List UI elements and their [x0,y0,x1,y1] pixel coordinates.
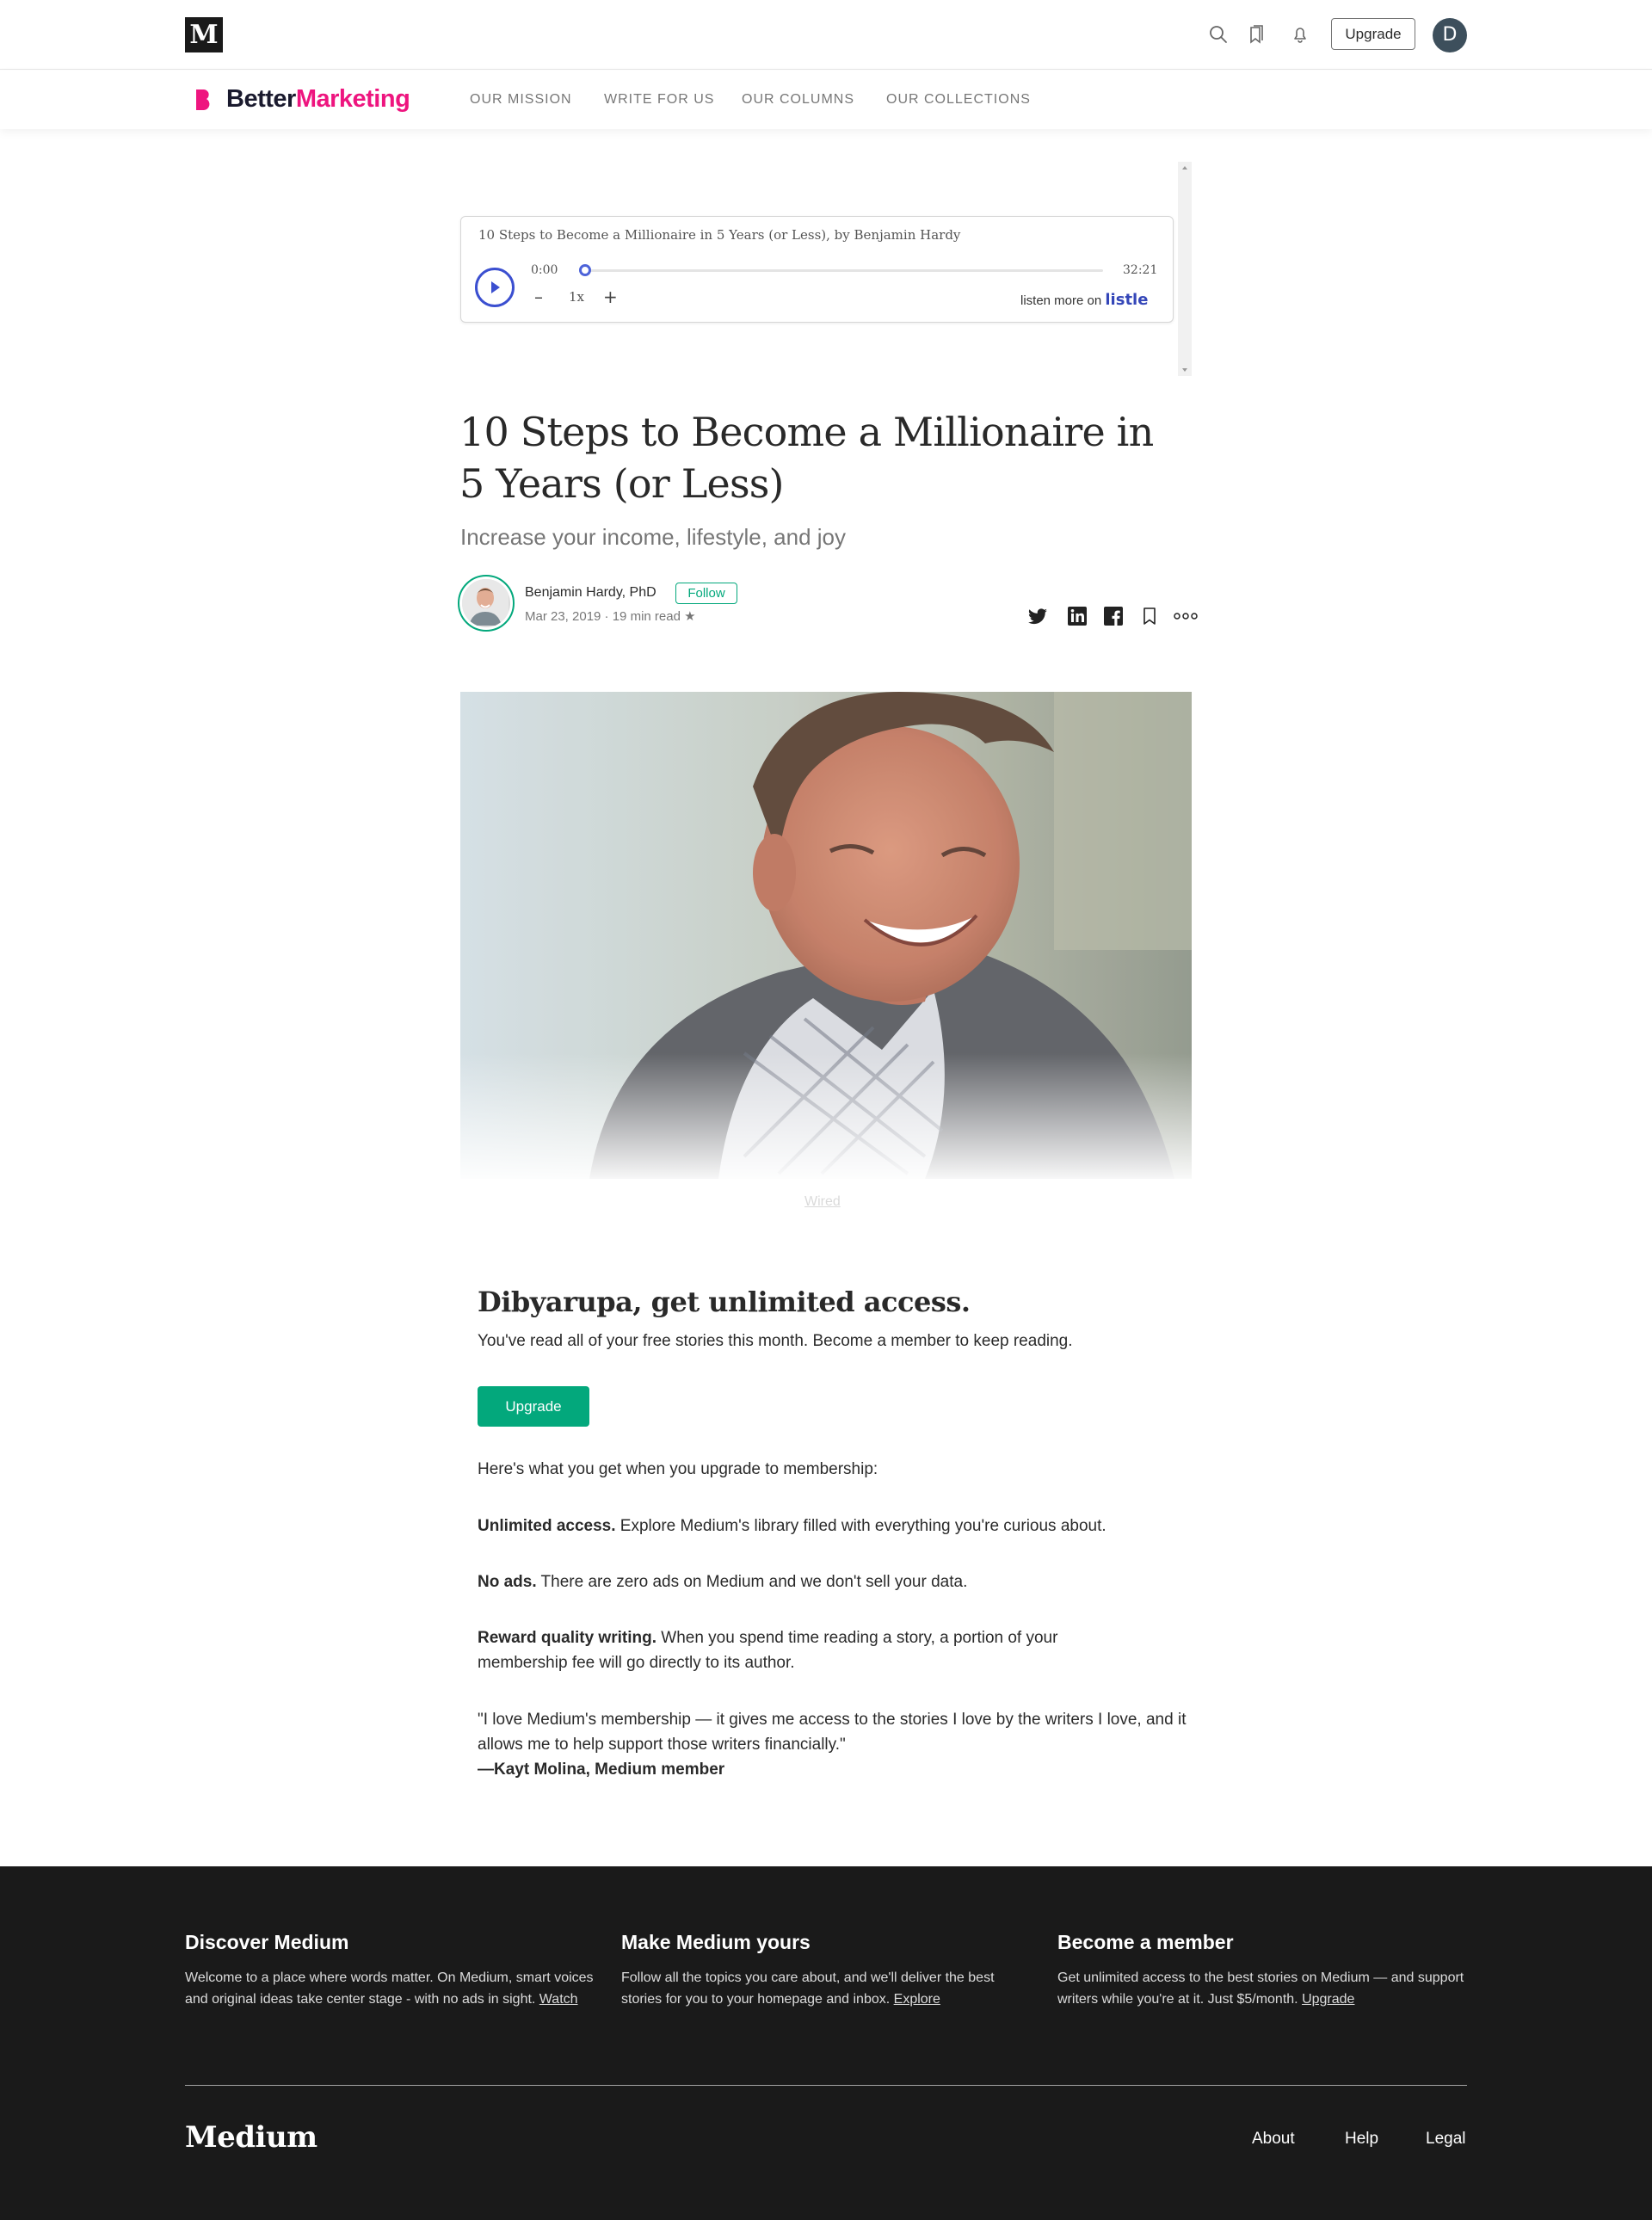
audio-time-total: 32:21 [1123,263,1158,277]
better-marketing-logo-icon[interactable] [194,89,212,111]
article-subtitle: Increase your income, lifestyle, and joy [460,524,846,550]
image-caption-link[interactable]: Wired [804,1194,841,1210]
footer-link-watch[interactable]: Watch [539,1992,578,2007]
footer-title-become-member: Become a member [1057,1931,1234,1953]
footer-text-make-yours: Follow all the topics you care about, an… [621,1967,1034,2010]
notifications-icon[interactable] [1289,23,1311,46]
benefit-no-ads: No ads. There are zero ads on Medium and… [478,1569,1192,1594]
playback-speed: 1x [569,289,585,305]
audio-progress-handle[interactable] [579,264,591,276]
linkedin-icon[interactable] [1065,604,1089,628]
footer [0,1866,1652,2220]
audio-embed-scrollbar[interactable] [1178,162,1192,376]
nav-our-collections[interactable]: OUR COLLECTIONS [886,92,1031,108]
footer-copy: Get unlimited access to the best stories… [1057,1970,1464,2007]
quote-text: "I love Medium's membership — it gives m… [478,1711,1187,1754]
footer-title-make-yours: Make Medium yours [621,1931,811,1953]
footer-text-become-member: Get unlimited access to the best stories… [1057,1967,1470,2010]
listen-more-text: listen more on [1020,293,1102,308]
footer-divider [185,2085,1467,2086]
nav-our-columns[interactable]: OUR COLUMNS [742,92,854,108]
bookmark-icon[interactable] [1137,604,1162,628]
benefit-text: Explore Medium's library filled with eve… [615,1517,1106,1535]
benefit-title: No ads. [478,1573,537,1591]
audio-progress-track[interactable] [583,269,1103,272]
author-avatar[interactable] [458,575,515,632]
play-button[interactable] [475,268,515,307]
search-icon[interactable] [1207,23,1230,46]
benefit-text: There are zero ads on Medium and we don'… [536,1573,968,1591]
footer-link-upgrade[interactable]: Upgrade [1302,1992,1354,2007]
follow-button[interactable]: Follow [675,583,737,604]
footer-link-help[interactable]: Help [1345,2130,1378,2149]
user-avatar[interactable]: D [1433,18,1467,52]
bookmarks-icon[interactable] [1245,23,1267,46]
twitter-icon[interactable] [1026,604,1050,628]
nav-write-for-us[interactable]: WRITE FOR US [604,92,714,108]
speed-decrease-button[interactable]: – [534,287,543,307]
article-title: 10 Steps to Become a Millionaire in 5 Ye… [459,409,1154,507]
membership-intro: Here's what you get when you upgrade to … [478,1460,878,1478]
play-icon [491,281,500,293]
article-meta: Mar 23, 2019 · 19 min read ★ [525,609,696,624]
publication-name-part1: Better [226,85,296,113]
facebook-icon[interactable] [1101,604,1125,628]
member-quote: "I love Medium's membership — it gives m… [478,1707,1192,1782]
footer-link-legal[interactable]: Legal [1426,2130,1466,2149]
audio-title: 10 Steps to Become a Millionaire in 5 Ye… [478,227,961,243]
listen-more-link[interactable]: listen more on listle [1020,291,1148,309]
upgrade-button[interactable]: Upgrade [478,1386,589,1427]
publication-name-part2: Marketing [295,85,410,113]
footer-title-discover: Discover Medium [185,1931,349,1953]
speed-increase-button[interactable]: + [603,287,618,307]
upgrade-button-top[interactable]: Upgrade [1331,18,1415,50]
audio-time-current: 0:00 [531,263,558,277]
footer-link-explore[interactable]: Explore [894,1992,940,2007]
more-icon[interactable] [1172,604,1199,628]
paywall-title: Dibyarupa, get unlimited access. [478,1286,971,1318]
footer-link-about[interactable]: About [1252,2130,1295,2149]
benefit-title: Reward quality writing. [478,1629,656,1647]
footer-copy: Welcome to a place where words matter. O… [185,1970,594,2007]
footer-text-discover: Welcome to a place where words matter. O… [185,1967,598,2010]
author-name[interactable]: Benjamin Hardy, PhD [525,585,656,601]
benefit-unlimited-access: Unlimited access. Explore Medium's libra… [478,1514,1192,1539]
paywall-subtitle: You've read all of your free stories thi… [478,1332,1073,1350]
footer-medium-logo[interactable]: Medium [185,2120,317,2155]
nav-our-mission[interactable]: OUR MISSION [470,92,572,108]
medium-logo[interactable]: M [185,17,223,52]
article-hero-image [460,692,1192,1179]
publication-name[interactable]: BetterMarketing [226,85,410,114]
listle-brand: listle [1105,291,1149,309]
benefit-reward-writing: Reward quality writing. When you spend t… [478,1625,1097,1675]
benefit-title: Unlimited access. [478,1517,616,1535]
quote-author: —Kayt Molina, Medium member [478,1761,725,1779]
